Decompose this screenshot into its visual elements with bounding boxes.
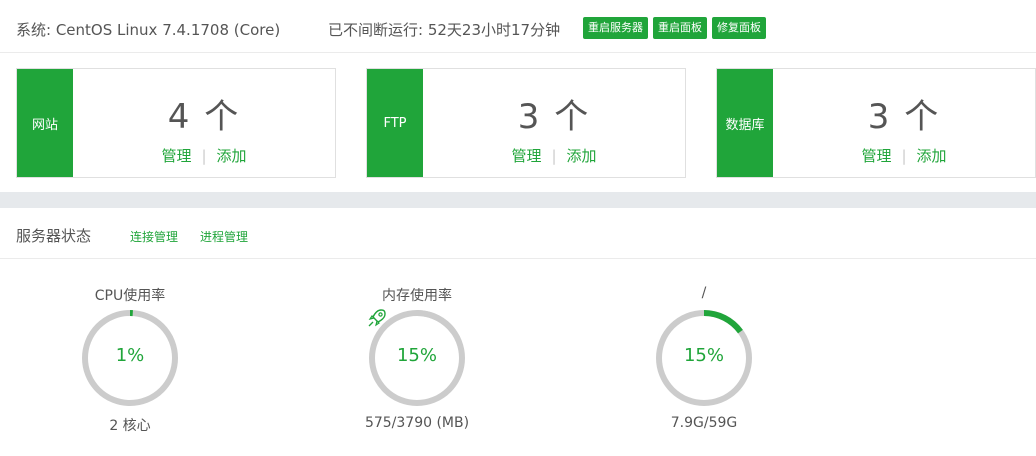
system-actions: 重启服务器 重启面板 修复面板 xyxy=(583,17,766,39)
ftp-card-label: FTP xyxy=(367,69,423,177)
memory-gauge-title: 内存使用率 xyxy=(382,288,452,304)
disk-gauge-title: / xyxy=(701,285,707,301)
repair-panel-button[interactable]: 修复面板 xyxy=(712,17,766,39)
website-add-link[interactable]: 添加 xyxy=(217,147,247,165)
uptime-info: 已不间断运行: 52天23小时17分钟 xyxy=(328,21,561,39)
database-count: 3 个 xyxy=(867,97,941,137)
os-info: 系统: CentOS Linux 7.4.1708 (Core) xyxy=(16,21,281,39)
disk-usage: 7.9G/59G xyxy=(670,415,738,431)
cpu-gauge-title: CPU使用率 xyxy=(94,288,166,304)
database-card-links: 管理 | 添加 xyxy=(773,145,1035,166)
disk-gauge[interactable]: 15% xyxy=(653,307,755,409)
database-card-label: 数据库 xyxy=(717,69,773,177)
website-manage-link[interactable]: 管理 xyxy=(161,147,191,165)
link-separator: | xyxy=(551,147,557,165)
cpu-cores: 2 核心 xyxy=(109,418,151,434)
website-count: 4 个 xyxy=(167,97,241,137)
database-card: 数据库 3 个 管理 | 添加 xyxy=(716,68,1036,178)
ftp-manage-link[interactable]: 管理 xyxy=(511,147,541,165)
cpu-gauge[interactable]: 1% xyxy=(79,307,181,409)
memory-gauge[interactable]: 15% xyxy=(366,307,468,409)
database-manage-link[interactable]: 管理 xyxy=(861,147,891,165)
database-add-link[interactable]: 添加 xyxy=(917,147,947,165)
website-card: 网站 4 个 管理 | 添加 xyxy=(16,68,336,178)
link-separator: | xyxy=(201,147,207,165)
server-status-title: 服务器状态 xyxy=(16,227,92,245)
memory-gauge-value: 15% xyxy=(396,345,437,366)
website-card-label: 网站 xyxy=(17,69,73,177)
server-status-panel: 服务器状态 连接管理 进程管理 CPU使用率 1% 2 核心 内存使用率 15%… xyxy=(0,208,1036,456)
ftp-card: FTP 3 个 管理 | 添加 xyxy=(366,68,686,178)
connection-manage-link[interactable]: 连接管理 xyxy=(130,228,178,245)
system-info-bar: 系统: CentOS Linux 7.4.1708 (Core) 已不间断运行:… xyxy=(0,0,1036,53)
ftp-add-link[interactable]: 添加 xyxy=(567,147,597,165)
server-status-header: 服务器状态 连接管理 进程管理 xyxy=(0,208,1036,259)
ftp-card-links: 管理 | 添加 xyxy=(423,145,685,166)
restart-panel-button[interactable]: 重启面板 xyxy=(653,17,707,39)
disk-gauge-value: 15% xyxy=(683,345,724,366)
restart-server-button[interactable]: 重启服务器 xyxy=(583,17,648,39)
cpu-gauge-value: 1% xyxy=(115,345,145,366)
ftp-count: 3 个 xyxy=(517,97,591,137)
overview-panel: 系统: CentOS Linux 7.4.1708 (Core) 已不间断运行:… xyxy=(0,0,1036,192)
rocket-icon[interactable] xyxy=(366,307,388,329)
process-manage-link[interactable]: 进程管理 xyxy=(200,228,248,245)
link-separator: | xyxy=(901,147,907,165)
website-card-links: 管理 | 添加 xyxy=(73,145,335,166)
memory-usage: 575/3790 (MB) xyxy=(364,415,470,431)
